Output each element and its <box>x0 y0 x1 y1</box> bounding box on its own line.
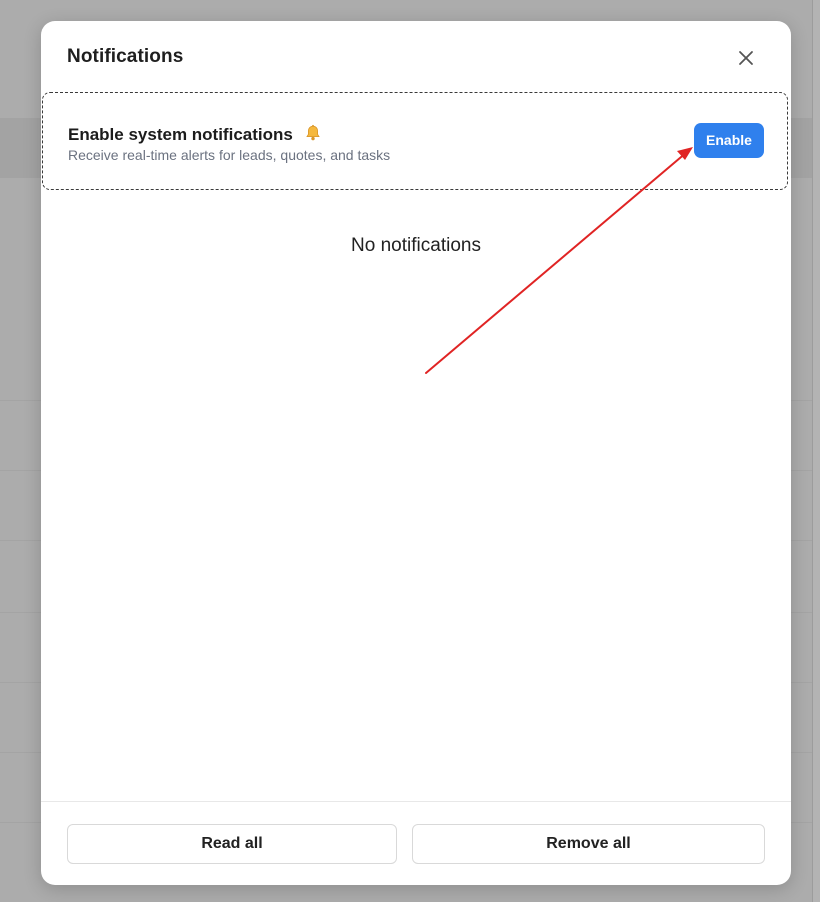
close-icon <box>739 51 753 65</box>
read-all-button[interactable]: Read all <box>67 824 397 864</box>
bell-icon <box>304 124 322 142</box>
background-scrollbar <box>812 0 820 902</box>
banner-title-row: Enable system notifications <box>68 122 322 145</box>
modal-footer: Read all Remove all <box>41 801 791 885</box>
modal-title: Notifications <box>67 46 184 67</box>
banner-title: Enable system notifications <box>68 125 293 144</box>
remove-all-button[interactable]: Remove all <box>412 824 765 864</box>
empty-state-message: No notifications <box>351 235 481 256</box>
notifications-modal: Notifications Enable system notification… <box>41 21 791 885</box>
enable-button[interactable]: Enable <box>694 123 764 158</box>
close-button[interactable] <box>733 45 759 71</box>
enable-notifications-banner: Enable system notifications Receive real… <box>42 92 788 190</box>
modal-header: Notifications <box>41 21 791 93</box>
banner-description: Receive real-time alerts for leads, quot… <box>68 147 391 163</box>
